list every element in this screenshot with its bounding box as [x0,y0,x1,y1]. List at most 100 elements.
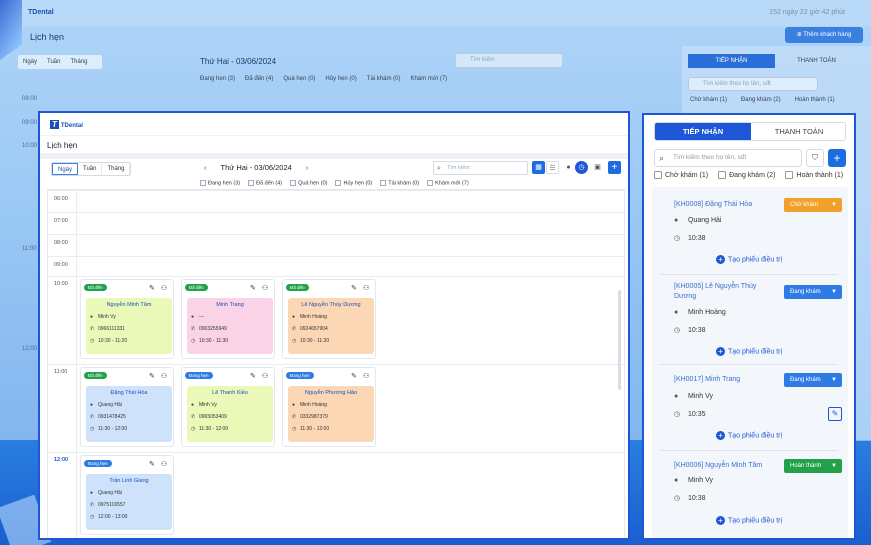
status-legend: Đang hẹn (3) Đã đến (4) Quá hẹn (0) Hủy … [200,180,469,186]
appointment-card[interactable]: Đã đến ✎ ⚇ Nguyễn Minh Tâm ● Minh Vy ✆ 096… [80,279,174,359]
video-icon[interactable]: ▣ [591,161,604,174]
phone-line: ✆ 0924657904 [292,326,370,333]
legend-in-exam[interactable]: Đang khám (2) [718,171,775,179]
tab-month[interactable]: Tháng [65,55,92,69]
tab-week[interactable]: Tuần [42,55,65,69]
check-in-time: 10:38 [688,495,706,502]
phone-line: ✆ 0966111331 [90,326,168,333]
edit-icon[interactable]: ✎ [351,372,357,380]
tab-month[interactable]: Tháng [102,163,131,175]
app-header: T TDental [40,113,628,136]
add-appointment-button[interactable]: + [608,161,621,174]
person-icon: ● [90,314,94,320]
appointment-card[interactable]: Đã đến ✎ ⚇ Minh Trang ● --- ✆ 0903255949 ◷… [181,279,275,359]
scrollbar[interactable] [618,290,621,390]
patient-search-input[interactable]: ⌕ Tìm kiếm theo họ tên, sđt [654,149,802,167]
edit-icon[interactable]: ✎ [149,372,155,380]
create-treatment-button[interactable]: + Tạo phiếu điều trị [660,347,838,356]
tab-week[interactable]: Tuần [78,163,103,175]
patient-code[interactable]: [KH0006] Nguyễn Minh Tâm [674,461,774,471]
background-time-label: 08:00 [22,96,38,102]
time-line: ◷ 11:30 - 12:00 [90,426,168,433]
appointment-card[interactable]: Đang hẹn ✎ ⚇ Nguyễn Phương Hảo ● Minh Hoà… [282,367,376,447]
legend-arrived[interactable]: Đã đến (4) [248,180,282,186]
next-day-button[interactable]: › [306,163,309,172]
clock-icon[interactable]: ◷ [575,161,588,174]
legend-cancelled[interactable]: Hủy hẹn (0) [335,180,372,186]
edit-icon[interactable]: ✎ [250,372,256,380]
add-reception-button[interactable]: + [828,149,846,167]
tab-reception[interactable]: TIẾP NHẬN [688,54,775,68]
tab-day[interactable]: Ngày [52,163,79,175]
phone-number: 0924657904 [300,326,328,332]
grid-view-icon[interactable]: ▦ [532,161,545,174]
background-topbar [0,0,871,26]
create-treatment-button[interactable]: + Tạo phiếu điều trị [660,255,838,264]
time-row: 09:00 [48,256,624,268]
legend-waiting[interactable]: Chờ khám (1) [654,171,708,179]
patient-name: Đặng Thái Hòa [110,390,148,396]
tab-payment[interactable]: THANH TOÁN [751,123,845,140]
assign-user-icon[interactable]: ⚇ [161,372,167,380]
edit-icon[interactable]: ✎ [828,407,842,421]
page-title: Lịch hẹn [47,141,78,150]
prev-day-button[interactable]: ‹ [204,163,207,172]
appointment-card[interactable]: Đã đến ✎ ⚇ Đặng Thái Hòa ● Quang Hải ✆ 093… [80,367,174,447]
tab-payment[interactable]: THANH TOÁN [775,54,858,68]
assign-user-icon[interactable]: ⚇ [262,372,268,380]
legend-recheck[interactable]: Tái khám (0) [380,180,419,186]
phone-number: 0975116557 [98,502,126,508]
legend-booked[interactable]: Đang hẹn (3) [200,180,240,186]
assign-user-icon[interactable]: ⚇ [363,372,369,380]
app-logo: T TDental [50,120,83,129]
checkbox-icon [290,180,297,186]
appointment-card[interactable]: Đã đến ✎ ⚇ Lê Nguyễn Thùy Dương ● Minh Ho… [282,279,376,359]
appointment-details: Lê Thanh Kiều ● Minh Vy ✆ 0965053409 ◷ 11:3… [187,386,273,442]
appointment-card[interactable]: Đang hẹn ✎ ⚇ Trần Linh Giang ● Quang Hải … [80,455,174,535]
legend-item: Tái khám (0) [366,76,401,82]
time-line: ◷ 10:30 - 11:30 [191,338,269,345]
assign-user-icon[interactable]: ⚇ [363,284,369,292]
patient-code[interactable]: [KH0005] Lê Nguyễn Thùy Dương [674,282,774,302]
edit-icon[interactable]: ✎ [250,284,256,292]
checkbox-icon [718,171,727,179]
assign-user-icon[interactable]: ⚇ [262,284,268,292]
assign-user-icon[interactable]: ⚇ [161,460,167,468]
edit-icon[interactable]: ✎ [149,284,155,292]
status-dropdown[interactable]: Đang khám ▼ [784,373,842,387]
person-icon: ● [90,490,94,496]
reception-item: [KH0005] Lê Nguyễn Thùy Dương Đang khám ▼… [660,275,842,365]
search-input[interactable]: ⌕ Tìm kiếm [433,161,528,175]
edit-icon[interactable]: ✎ [149,460,155,468]
legend-overdue[interactable]: Quá hẹn (0) [290,180,327,186]
patient-code[interactable]: [KH0008] Đặng Thái Hòa [674,200,774,210]
create-treatment-button[interactable]: + Tạo phiếu điều trị [660,431,838,440]
clock-icon: ◷ [191,426,196,432]
background-right-search[interactable]: Tìm kiếm theo họ tên, sđt [688,77,818,91]
legend-done[interactable]: Hoàn thành (1) [785,171,843,179]
clock-icon: ◷ [90,338,95,344]
status-dropdown[interactable]: Chờ khám ▼ [784,198,842,212]
background-search[interactable]: Tìm kiếm [455,53,563,68]
tab-reception[interactable]: TIẾP NHẬN [655,123,751,140]
background-right-tabs[interactable]: TIẾP NHẬN THANH TOÁN [688,54,858,68]
assign-user-icon[interactable]: ⚇ [161,284,167,292]
list-view-icon[interactable]: ☰ [546,161,559,174]
filter-icon[interactable]: ⛉ [806,149,824,167]
person-filter-icon[interactable]: ● [562,161,575,174]
legend-item: Đang khám (2) [740,97,781,103]
background-view-tabs[interactable]: Ngày Tuần Tháng [18,55,102,69]
tab-day[interactable]: Ngày [18,55,42,69]
edit-icon[interactable]: ✎ [351,284,357,292]
reception-item: [KH0017] Minh Trang Đang khám ▼ ● Minh Vy … [660,365,842,451]
add-customer-button[interactable]: ⊕ Thêm khách hàng [785,27,863,43]
create-treatment-button[interactable]: + Tạo phiếu điều trị [660,516,838,525]
patient-code[interactable]: [KH0017] Minh Trang [674,375,774,385]
legend-new-visit[interactable]: Khám mới (7) [427,180,469,186]
patient-name: Nguyễn Minh Tâm [106,302,152,308]
panel-tabs: TIẾP NHẬN THANH TOÁN [654,122,846,141]
status-dropdown[interactable]: Hoàn thành ▼ [784,459,842,473]
status-dropdown[interactable]: Đang khám ▼ [784,285,842,299]
appointment-card[interactable]: Đang hẹn ✎ ⚇ Lê Thanh Kiều ● Minh Vy ✆ 096… [181,367,275,447]
time-line: ◷ 10:30 - 11:30 [292,338,370,345]
